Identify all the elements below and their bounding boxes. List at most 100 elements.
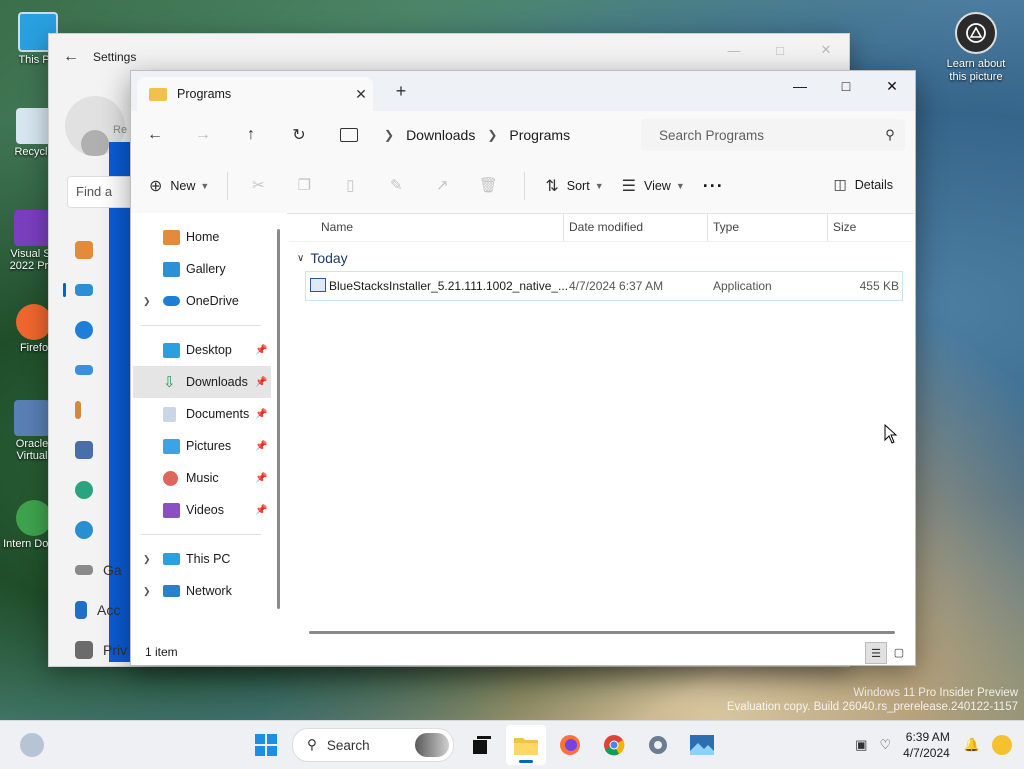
breadcrumb[interactable]: ❯ Downloads ❯ Programs <box>336 119 628 151</box>
cut-icon[interactable]: ✂ <box>248 176 268 196</box>
nav-item-videos[interactable]: Videos 📌 <box>131 494 287 526</box>
close-tab-icon[interactable]: ✕ <box>349 86 373 103</box>
nav-item-desktop[interactable]: Desktop 📌 <box>131 334 287 366</box>
column-headers: Name Date modified Type Size <box>289 213 913 242</box>
watermark: Windows 11 Pro Insider Preview Evaluatio… <box>727 686 1018 714</box>
nav-item-this-pc[interactable]: ❯ This PC <box>131 543 287 575</box>
column-size[interactable]: Size <box>833 220 856 234</box>
settings-nav-network[interactable] <box>49 350 129 390</box>
breadcrumb-programs[interactable]: Programs <box>509 127 570 143</box>
pin-icon: 📌 <box>255 440 268 452</box>
desktop-icon <box>163 342 180 358</box>
network-status-icon[interactable]: ▣ <box>855 737 867 753</box>
application-icon <box>310 278 326 292</box>
view-button[interactable]: ☰ View ▼ <box>622 176 685 196</box>
close-icon[interactable]: ✕ <box>869 71 915 101</box>
column-date-modified[interactable]: Date modified <box>569 220 643 234</box>
forward-arrow-icon[interactable]: → <box>179 126 227 144</box>
settings-nav-accounts[interactable] <box>49 470 129 510</box>
more-options-button[interactable]: ··· <box>703 176 724 197</box>
share-icon[interactable]: ↗ <box>432 176 452 196</box>
settings-nav-personalization[interactable] <box>49 390 129 430</box>
column-divider[interactable] <box>827 213 828 241</box>
column-divider[interactable] <box>707 213 708 241</box>
widgets-icon[interactable] <box>20 733 44 757</box>
folder-icon <box>514 738 538 755</box>
volume-muted-icon[interactable]: ♡ <box>879 737 891 753</box>
column-divider[interactable] <box>563 213 564 241</box>
details-button[interactable]: ◫ Details <box>834 176 893 193</box>
settings-nav-system[interactable] <box>49 270 129 310</box>
column-name[interactable]: Name <box>321 220 353 234</box>
nav-item-documents[interactable]: Documents 📌 <box>131 398 287 430</box>
horizontal-scrollbar[interactable] <box>309 631 895 634</box>
file-explorer-taskbar-button[interactable] <box>506 725 546 765</box>
settings-nav-apps[interactable] <box>49 430 129 470</box>
chevron-right-icon[interactable]: ❯ <box>143 554 151 565</box>
copilot-pre-icon[interactable] <box>992 735 1012 755</box>
nav-item-downloads[interactable]: ⇩ Downloads 📌 <box>133 366 271 398</box>
settings-nav-label: Acc <box>97 602 121 618</box>
photos-taskbar-button[interactable] <box>682 725 722 765</box>
start-button[interactable] <box>246 725 286 765</box>
copy-icon[interactable]: ❐ <box>294 176 314 196</box>
learn-about-picture[interactable]: Learn about this picture <box>938 12 1014 84</box>
refresh-icon[interactable]: ↻ <box>275 125 323 145</box>
settings-nav-time[interactable] <box>49 510 129 550</box>
details-view-icon[interactable]: ☰ <box>865 642 887 664</box>
back-arrow-icon[interactable]: ← <box>131 126 179 144</box>
table-row[interactable]: BlueStacksInstaller_5.21.111.1002_native… <box>305 271 903 301</box>
brush-icon <box>75 401 81 419</box>
breadcrumb-downloads[interactable]: Downloads <box>406 127 475 143</box>
settings-nav-bluetooth[interactable] <box>49 310 129 350</box>
nav-item-network[interactable]: ❯ Network <box>131 575 287 607</box>
mouse-cursor-icon <box>884 423 898 447</box>
task-view-button[interactable] <box>462 725 502 765</box>
sort-button[interactable]: ⇅ Sort ▼ <box>545 176 603 196</box>
back-arrow-icon[interactable]: ← <box>49 48 93 66</box>
nav-item-gallery[interactable]: Gallery <box>131 253 287 285</box>
settings-nav-gaming[interactable]: Ga <box>49 550 129 590</box>
idm-icon <box>16 500 52 536</box>
taskbar-apps: ⚲ Search <box>246 725 726 765</box>
up-arrow-icon[interactable]: ↑ <box>227 126 275 144</box>
gallery-icon <box>163 261 180 277</box>
nav-item-music[interactable]: Music 📌 <box>131 462 287 494</box>
rename-icon[interactable]: ✎ <box>386 176 406 196</box>
settings-nav-accessibility[interactable]: Acc <box>49 590 129 630</box>
nav-scrollbar[interactable] <box>277 229 280 609</box>
navigation-pane: Home Gallery ❯ OneDrive Desktop 📌 ⇩ Down… <box>131 213 287 641</box>
file-size: 455 KB <box>859 279 899 293</box>
firefox-taskbar-button[interactable] <box>550 725 590 765</box>
column-type[interactable]: Type <box>713 220 739 234</box>
nav-label: Network <box>186 584 232 598</box>
close-icon[interactable]: ✕ <box>803 34 849 66</box>
clock[interactable]: 6:39 AM 4/7/2024 <box>903 729 950 761</box>
taskbar-search[interactable]: ⚲ Search <box>292 728 454 762</box>
new-tab-button[interactable]: + <box>389 81 413 102</box>
chrome-taskbar-button[interactable] <box>594 725 634 765</box>
virtualbox-icon <box>14 400 50 436</box>
settings-nav-home[interactable] <box>49 230 129 270</box>
nav-item-onedrive[interactable]: ❯ OneDrive <box>131 285 287 317</box>
task-view-icon <box>473 736 491 754</box>
delete-icon[interactable]: 🗑 <box>478 176 498 196</box>
paste-icon[interactable]: ▯ <box>340 176 360 196</box>
notification-bell-icon[interactable]: 🔔 <box>964 737 980 753</box>
chevron-right-icon[interactable]: ❯ <box>143 296 151 307</box>
maximize-icon[interactable]: □ <box>823 71 869 101</box>
nav-item-pictures[interactable]: Pictures 📌 <box>131 430 287 462</box>
maximize-icon[interactable]: □ <box>757 34 803 66</box>
tiles-view-icon[interactable]: ▢ <box>889 642 909 662</box>
tab-programs[interactable]: Programs ✕ <box>137 77 373 111</box>
settings-taskbar-button[interactable] <box>638 725 678 765</box>
new-button[interactable]: ⊕ New ▼ <box>149 176 209 196</box>
nav-label: This PC <box>186 552 231 566</box>
minimize-icon[interactable]: — <box>777 71 823 101</box>
settings-nav-privacy[interactable]: Priv <box>49 630 129 670</box>
group-header-today[interactable]: ∨ Today <box>289 242 913 274</box>
nav-item-home[interactable]: Home <box>131 221 287 253</box>
minimize-icon[interactable]: — <box>711 34 757 66</box>
search-input[interactable]: Search Programs ⚲ <box>641 119 905 151</box>
chevron-right-icon[interactable]: ❯ <box>143 586 151 597</box>
